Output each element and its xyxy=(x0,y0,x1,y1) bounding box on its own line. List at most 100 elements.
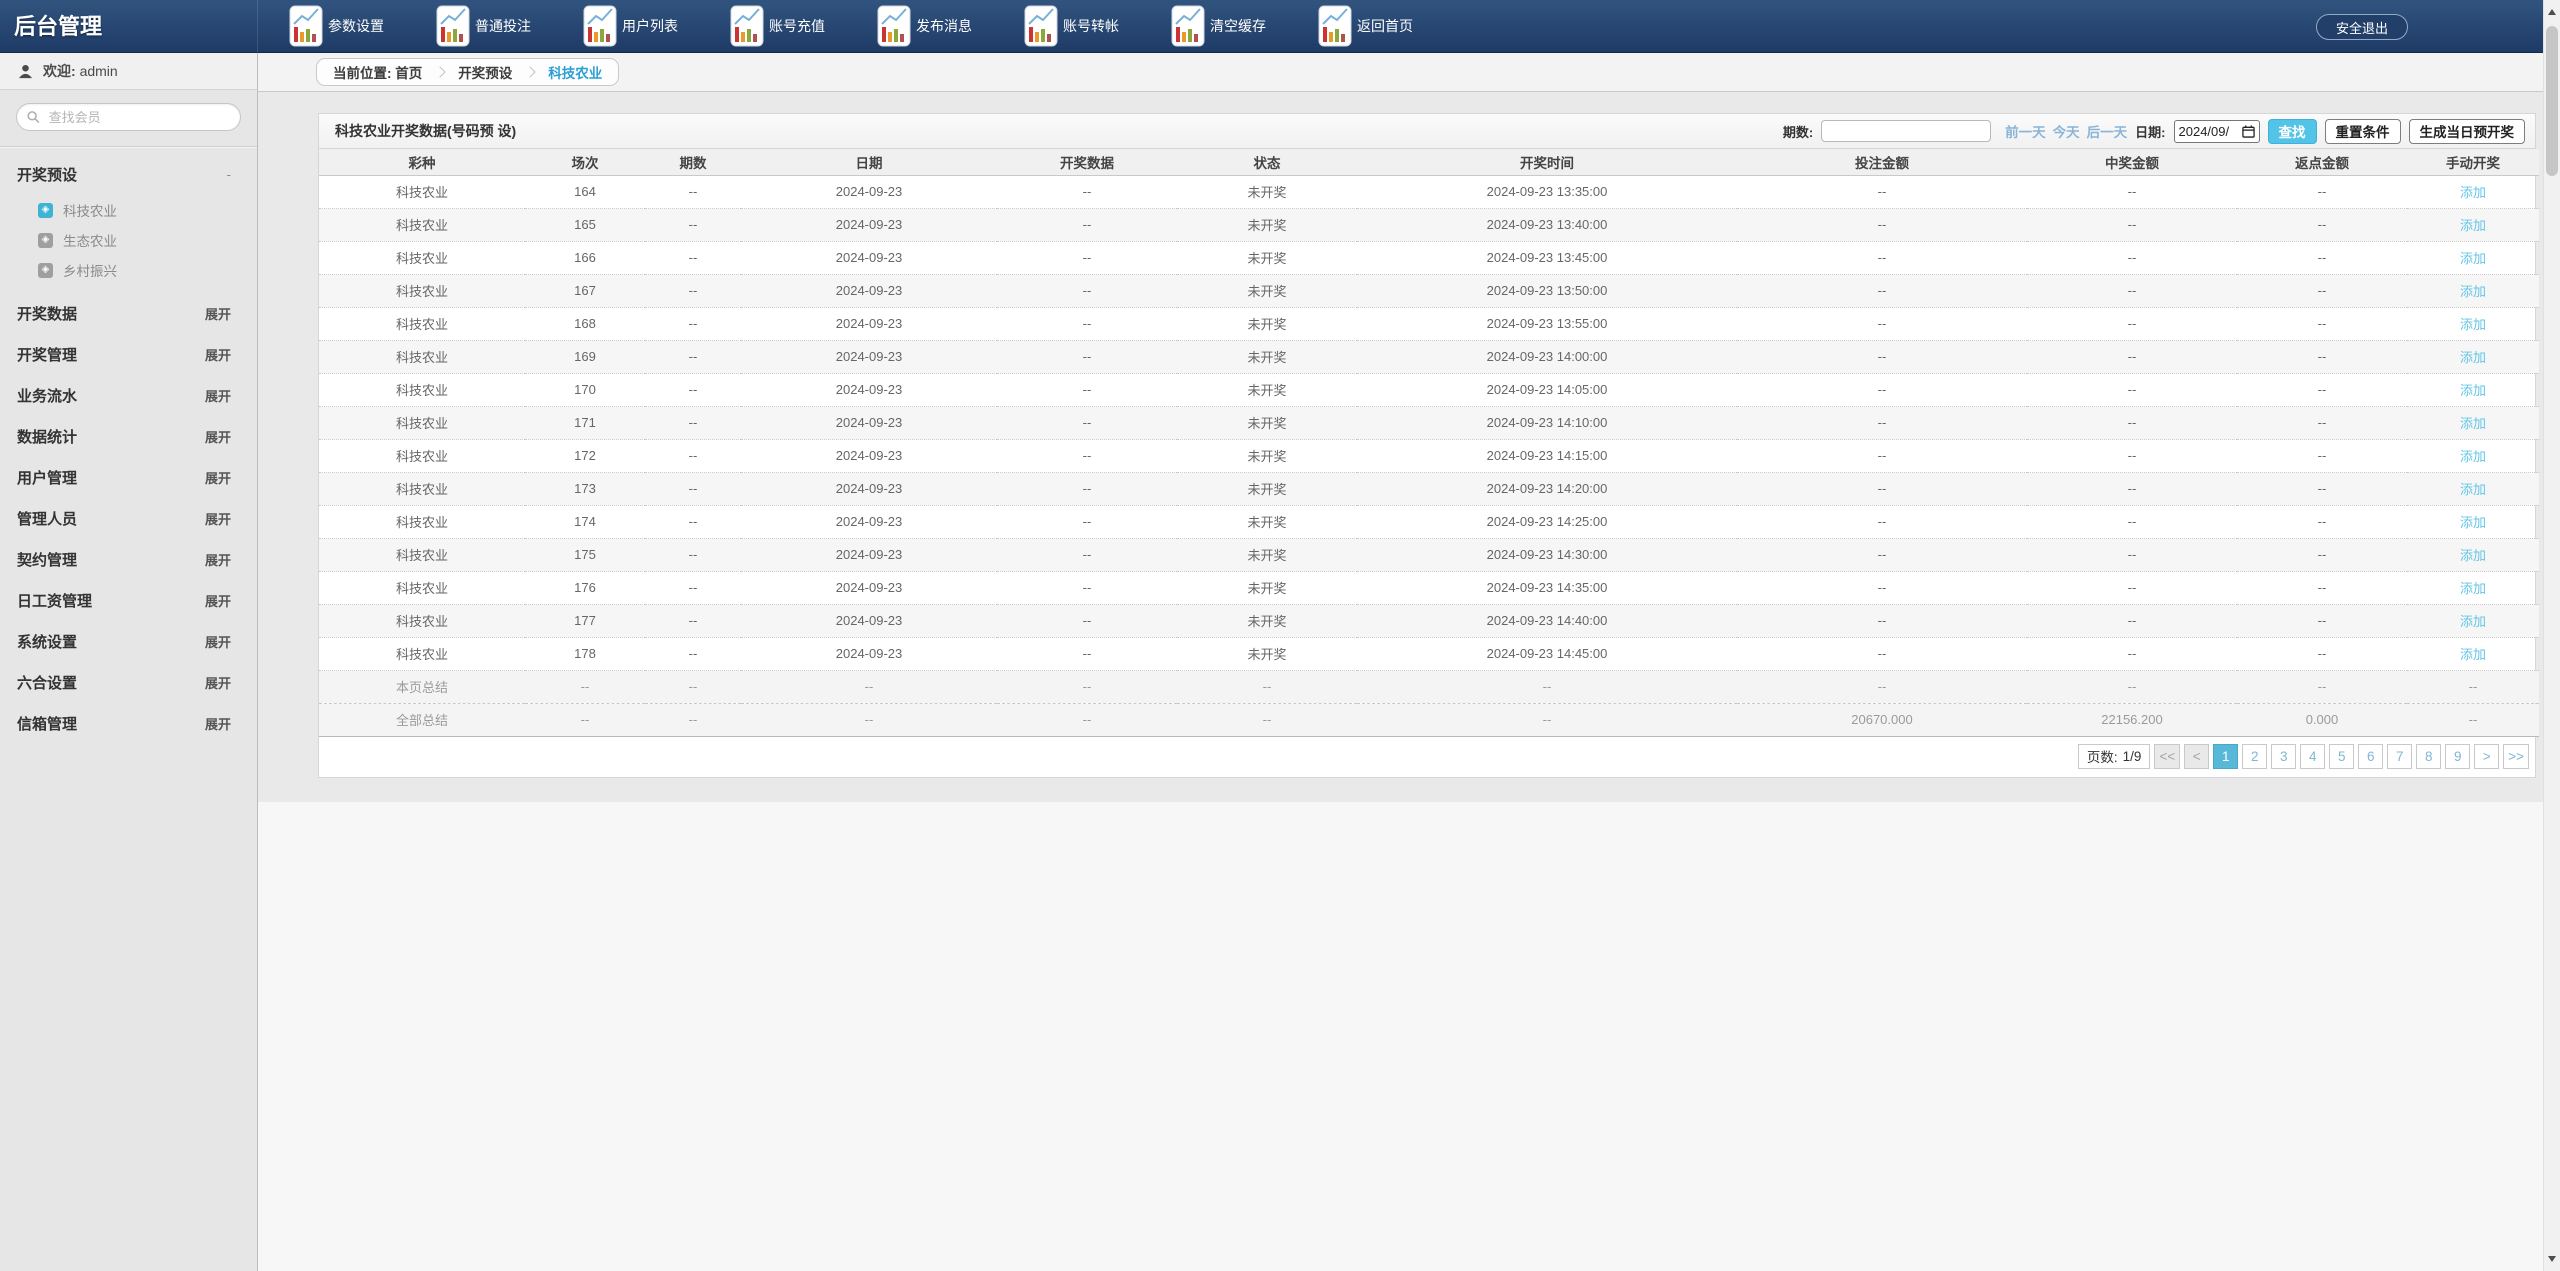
sidebar-sub-item[interactable]: ◈科技农业 xyxy=(0,195,257,225)
table-cell: 添加 xyxy=(2407,307,2539,340)
column-header: 返点金额 xyxy=(2237,149,2407,175)
add-link[interactable]: 添加 xyxy=(2460,383,2486,398)
page-button[interactable]: 4 xyxy=(2300,744,2325,769)
sidebar-group[interactable]: 六合设置展开 xyxy=(0,662,257,703)
table-row: 科技农业167--2024-09-23--未开奖2024-09-23 13:50… xyxy=(319,274,2539,307)
add-link[interactable]: 添加 xyxy=(2460,416,2486,431)
expand-toggle[interactable]: 展开 xyxy=(205,468,231,487)
add-link[interactable]: 添加 xyxy=(2460,581,2486,596)
collapse-indicator[interactable]: - xyxy=(227,167,231,182)
page-button[interactable]: > xyxy=(2474,744,2499,769)
breadcrumb-item[interactable]: 开奖预设 xyxy=(458,62,512,82)
add-link[interactable]: 添加 xyxy=(2460,515,2486,530)
calendar-icon[interactable] xyxy=(2242,125,2255,138)
expand-toggle[interactable]: 展开 xyxy=(205,345,231,364)
table-cell: 添加 xyxy=(2407,604,2539,637)
navbar-item[interactable]: 清空缓存 xyxy=(1171,5,1318,47)
expand-toggle[interactable]: 展开 xyxy=(205,386,231,405)
reset-button[interactable]: 重置条件 xyxy=(2325,119,2401,144)
page-button[interactable]: 9 xyxy=(2445,744,2470,769)
page-button[interactable]: 8 xyxy=(2416,744,2441,769)
member-search-input[interactable] xyxy=(47,109,230,126)
search-button[interactable]: 查找 xyxy=(2268,119,2317,144)
add-link[interactable]: 添加 xyxy=(2460,317,2486,332)
expand-toggle[interactable]: 展开 xyxy=(205,550,231,569)
sidebar-group[interactable]: 数据统计展开 xyxy=(0,416,257,457)
page-button[interactable]: >> xyxy=(2503,744,2529,769)
navbar-item[interactable]: 参数设置 xyxy=(289,5,436,47)
page-button[interactable]: 3 xyxy=(2271,744,2296,769)
table-cell: -- xyxy=(1737,571,2027,604)
day-link[interactable]: 今天 xyxy=(2053,121,2080,141)
navbar-item[interactable]: 账号充值 xyxy=(730,5,877,47)
sidebar-group[interactable]: 契约管理展开 xyxy=(0,539,257,580)
table-cell: -- xyxy=(1737,307,2027,340)
day-link[interactable]: 后一天 xyxy=(2087,121,2128,141)
expand-toggle[interactable]: 展开 xyxy=(205,714,231,733)
add-link[interactable]: 添加 xyxy=(2460,251,2486,266)
sidebar-group[interactable]: 信箱管理展开 xyxy=(0,703,257,744)
breadcrumb-item[interactable]: 科技农业 xyxy=(548,62,602,82)
table-cell: -- xyxy=(1737,505,2027,538)
sidebar-group-label: 开奖管理 xyxy=(17,344,77,365)
page-button[interactable]: 2 xyxy=(2242,744,2267,769)
member-search-box[interactable] xyxy=(16,103,241,131)
sidebar-group[interactable]: 系统设置展开 xyxy=(0,621,257,662)
navbar-item[interactable]: 返回首页 xyxy=(1318,5,1465,47)
table-cell: -- xyxy=(1737,406,2027,439)
expand-toggle[interactable]: 展开 xyxy=(205,509,231,528)
navbar-item[interactable]: 用户列表 xyxy=(583,5,730,47)
page-button[interactable]: 1 xyxy=(2213,744,2238,769)
breadcrumb-item[interactable]: 当前位置: 首页 xyxy=(333,62,422,82)
add-link[interactable]: 添加 xyxy=(2460,449,2486,464)
page-button[interactable]: 7 xyxy=(2387,744,2412,769)
vertical-scrollbar[interactable] xyxy=(2543,0,2560,1271)
expand-toggle[interactable]: 展开 xyxy=(205,632,231,651)
logout-button[interactable]: 安全退出 xyxy=(2316,14,2408,40)
table-cell: 2024-09-23 14:05:00 xyxy=(1357,373,1737,406)
sub-item-icon: ◈ xyxy=(38,203,53,218)
sidebar-group[interactable]: 管理人员 展开 xyxy=(0,498,257,539)
sidebar-group[interactable]: 日工资管理展开 xyxy=(0,580,257,621)
navbar-item[interactable]: 普通投注 xyxy=(436,5,583,47)
sidebar-sub-item[interactable]: ◈乡村振兴 xyxy=(0,255,257,285)
breadcrumb-bar: 当前位置: 首页 开奖预设 科技农业 xyxy=(258,53,2560,92)
page-button[interactable]: 6 xyxy=(2358,744,2383,769)
issue-input[interactable] xyxy=(1821,120,1991,142)
table-cell: -- xyxy=(645,472,741,505)
sidebar-group-label: 管理人员 xyxy=(17,508,77,529)
sidebar-group[interactable]: 开奖数据展开 xyxy=(0,293,257,334)
table-cell: -- xyxy=(997,241,1177,274)
expand-toggle[interactable]: 展开 xyxy=(205,304,231,323)
add-link[interactable]: 添加 xyxy=(2460,284,2486,299)
add-link[interactable]: 添加 xyxy=(2460,647,2486,662)
navbar-item[interactable]: 发布消息 xyxy=(877,5,1024,47)
sidebar-group-preset[interactable]: 开奖预设 - xyxy=(0,154,257,195)
scroll-down-arrow-icon[interactable] xyxy=(2548,1256,2556,1262)
navbar-item[interactable]: 账号转帐 xyxy=(1024,5,1171,47)
sidebar-group[interactable]: 业务流水展开 xyxy=(0,375,257,416)
date-input[interactable]: 2024/09/ xyxy=(2174,120,2260,143)
add-link[interactable]: 添加 xyxy=(2460,548,2486,563)
sidebar-sub-item[interactable]: ◈生态农业 xyxy=(0,225,257,255)
table-cell: -- xyxy=(2237,175,2407,208)
scroll-up-arrow-icon[interactable] xyxy=(2548,9,2556,15)
sidebar-group[interactable]: 用户管理展开 xyxy=(0,457,257,498)
expand-toggle[interactable]: 展开 xyxy=(205,673,231,692)
expand-toggle[interactable]: 展开 xyxy=(205,591,231,610)
add-link[interactable]: 添加 xyxy=(2460,218,2486,233)
page-button[interactable]: 5 xyxy=(2329,744,2354,769)
add-link[interactable]: 添加 xyxy=(2460,185,2486,200)
add-link[interactable]: 添加 xyxy=(2460,350,2486,365)
sidebar-group[interactable]: 开奖管理 展开 xyxy=(0,334,257,375)
table-cell: 科技农业 xyxy=(319,505,525,538)
date-label: 日期: xyxy=(2135,122,2165,141)
scrollbar-thumb[interactable] xyxy=(2546,26,2558,176)
column-header: 彩种 xyxy=(319,149,525,175)
table-cell: 添加 xyxy=(2407,505,2539,538)
add-link[interactable]: 添加 xyxy=(2460,614,2486,629)
generate-button[interactable]: 生成当日预开奖 xyxy=(2409,119,2526,144)
expand-toggle[interactable]: 展开 xyxy=(205,427,231,446)
add-link[interactable]: 添加 xyxy=(2460,482,2486,497)
day-link[interactable]: 前一天 xyxy=(2005,121,2046,141)
